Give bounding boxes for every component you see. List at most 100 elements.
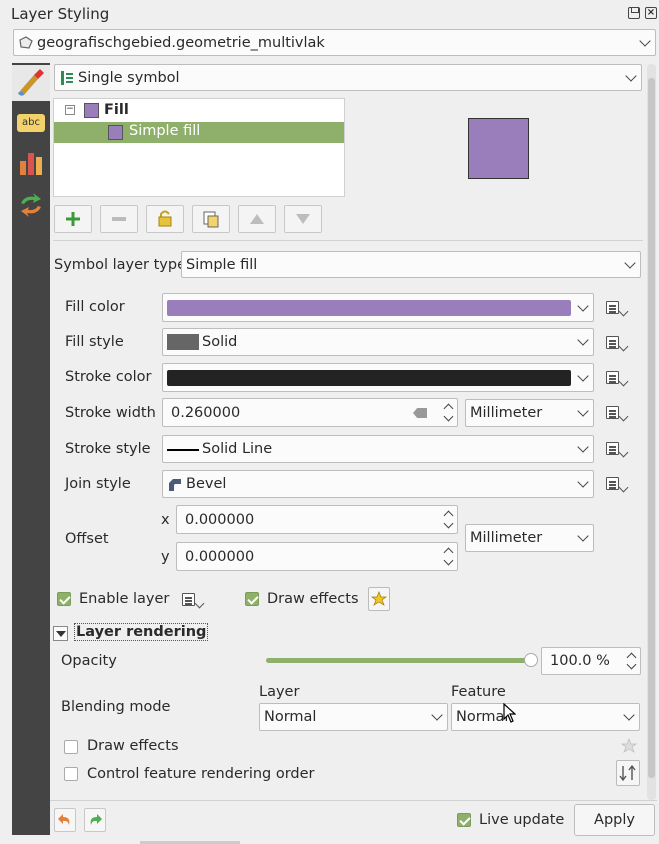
opacity-spinbox[interactable]: 100.0 %	[541, 647, 641, 675]
apply-button[interactable]: Apply	[574, 804, 655, 836]
data-defined-override-icon[interactable]	[604, 403, 629, 423]
move-down-button[interactable]	[284, 205, 322, 233]
divider	[50, 800, 657, 801]
data-defined-override-icon[interactable]	[604, 474, 629, 494]
data-defined-override-icon[interactable]	[604, 439, 629, 459]
effects-button[interactable]	[368, 587, 390, 611]
remove-layer-icon	[112, 217, 126, 221]
layer-blend-select[interactable]: Normal	[259, 703, 448, 731]
move-up-button[interactable]	[238, 205, 276, 233]
scrollbar[interactable]	[647, 64, 656, 800]
layer-selector[interactable]: geografischgebied.geometrie_multivlak	[13, 29, 656, 56]
labels-tab-icon[interactable]: abc	[17, 114, 45, 132]
join-style-label: Join style	[65, 476, 131, 492]
symbology-tab-icon[interactable]	[12, 65, 50, 101]
fill-color-swatch	[167, 300, 571, 316]
enable-layer-label: Enable layer	[79, 591, 170, 607]
effects-star-icon[interactable]	[619, 737, 639, 755]
layer-rendering-title[interactable]: Layer rendering	[74, 623, 209, 641]
opacity-slider[interactable]	[266, 653, 538, 667]
chevron-down-icon	[577, 530, 589, 542]
tree-root-label: Fill	[104, 102, 129, 118]
diagrams-tab-icon[interactable]	[16, 147, 46, 177]
blend-feature-col-label: Feature	[451, 684, 506, 700]
duplicate-icon	[203, 211, 219, 228]
fill-color-button[interactable]	[162, 293, 594, 322]
feature-blend-select[interactable]: Normal	[451, 703, 640, 731]
chevron-down-icon	[577, 405, 589, 417]
data-defined-override-icon[interactable]	[604, 298, 629, 318]
offset-unit-select[interactable]: Millimeter	[465, 524, 594, 552]
sort-order-button[interactable]	[616, 760, 640, 786]
redo-icon	[90, 814, 102, 825]
join-style-select[interactable]: Bevel	[162, 470, 594, 498]
rendering-draw-effects-label: Draw effects	[87, 738, 179, 754]
stroke-width-unit-select[interactable]: Millimeter	[465, 399, 594, 427]
rendering-draw-effects-checkbox[interactable]	[64, 740, 78, 754]
symbol-layer-type-select[interactable]: Simple fill	[181, 251, 641, 278]
spin-down-icon[interactable]	[443, 518, 454, 529]
move-up-icon	[250, 214, 264, 224]
remove-layer-button[interactable]	[100, 205, 138, 233]
symbol-layer-type-value: Simple fill	[186, 256, 258, 273]
solid-line-icon	[167, 449, 199, 451]
data-defined-override-icon[interactable]	[604, 333, 629, 353]
fill-style-select[interactable]: Solid	[162, 328, 594, 356]
data-defined-override-icon[interactable]	[604, 368, 629, 388]
offset-x-label: x	[161, 512, 170, 528]
live-update-checkbox[interactable]	[457, 813, 471, 827]
star-icon	[370, 591, 388, 606]
opacity-value: 100.0 %	[550, 653, 610, 669]
stroke-width-spinbox[interactable]: 0.260000	[162, 398, 458, 427]
restore-icon[interactable]	[628, 7, 640, 19]
bevel-join-icon	[169, 479, 181, 491]
live-update-label: Live update	[479, 812, 565, 828]
renderer-label: Single symbol	[78, 69, 180, 86]
undo-button[interactable]	[54, 808, 76, 832]
scrollbar-thumb[interactable]	[648, 78, 655, 778]
apply-button-label: Apply	[594, 812, 635, 828]
rendering-order-label: Control feature rendering order	[87, 766, 315, 782]
offset-y-label: y	[161, 549, 170, 565]
symbol-tree[interactable]: − Fill Simple fill	[53, 98, 345, 197]
chevron-down-icon	[623, 709, 635, 721]
rendering-order-checkbox[interactable]	[64, 767, 78, 781]
close-icon[interactable]: ×	[645, 7, 657, 19]
fill-style-value: Solid	[202, 334, 238, 350]
blending-mode-label: Blending mode	[61, 699, 171, 715]
offset-label: Offset	[65, 531, 109, 547]
chevron-down-icon	[577, 369, 589, 382]
chevron-down-icon	[431, 709, 443, 721]
offset-y-value: 0.000000	[185, 548, 255, 565]
renderer-select[interactable]: Single symbol	[54, 64, 642, 91]
add-layer-icon	[66, 212, 80, 226]
spin-down-icon[interactable]	[443, 411, 454, 422]
tree-item-simple-fill[interactable]: Simple fill	[54, 122, 344, 143]
lock-layer-button[interactable]	[146, 205, 184, 233]
clear-icon[interactable]	[413, 408, 427, 418]
enable-layer-checkbox[interactable]	[57, 592, 71, 606]
collapse-toggle-icon[interactable]	[53, 626, 68, 641]
add-layer-button[interactable]	[54, 205, 92, 233]
redo-button[interactable]	[84, 808, 106, 832]
offset-x-spinbox[interactable]: 0.000000	[176, 505, 458, 534]
history-tab-icon[interactable]	[17, 191, 45, 219]
draw-effects-checkbox[interactable]	[245, 592, 259, 606]
offset-y-spinbox[interactable]: 0.000000	[176, 542, 458, 571]
join-style-value: Bevel	[186, 476, 227, 492]
duplicate-layer-button[interactable]	[192, 205, 230, 233]
feature-blend-value: Normal	[456, 709, 509, 725]
stroke-color-button[interactable]	[162, 363, 594, 392]
offset-unit: Millimeter	[470, 530, 543, 546]
stroke-style-label: Stroke style	[65, 441, 151, 457]
chevron-down-icon	[577, 441, 589, 453]
stroke-style-select[interactable]: Solid Line	[162, 435, 594, 463]
spin-down-icon[interactable]	[443, 555, 454, 566]
left-tab-bar: abc	[12, 63, 50, 835]
spin-down-icon[interactable]	[626, 659, 637, 670]
data-defined-override-icon[interactable]	[180, 590, 205, 610]
collapse-icon[interactable]: −	[65, 105, 75, 115]
opacity-slider-handle[interactable]	[524, 653, 538, 667]
single-symbol-icon	[61, 71, 73, 85]
fill-color-label: Fill color	[65, 299, 125, 315]
